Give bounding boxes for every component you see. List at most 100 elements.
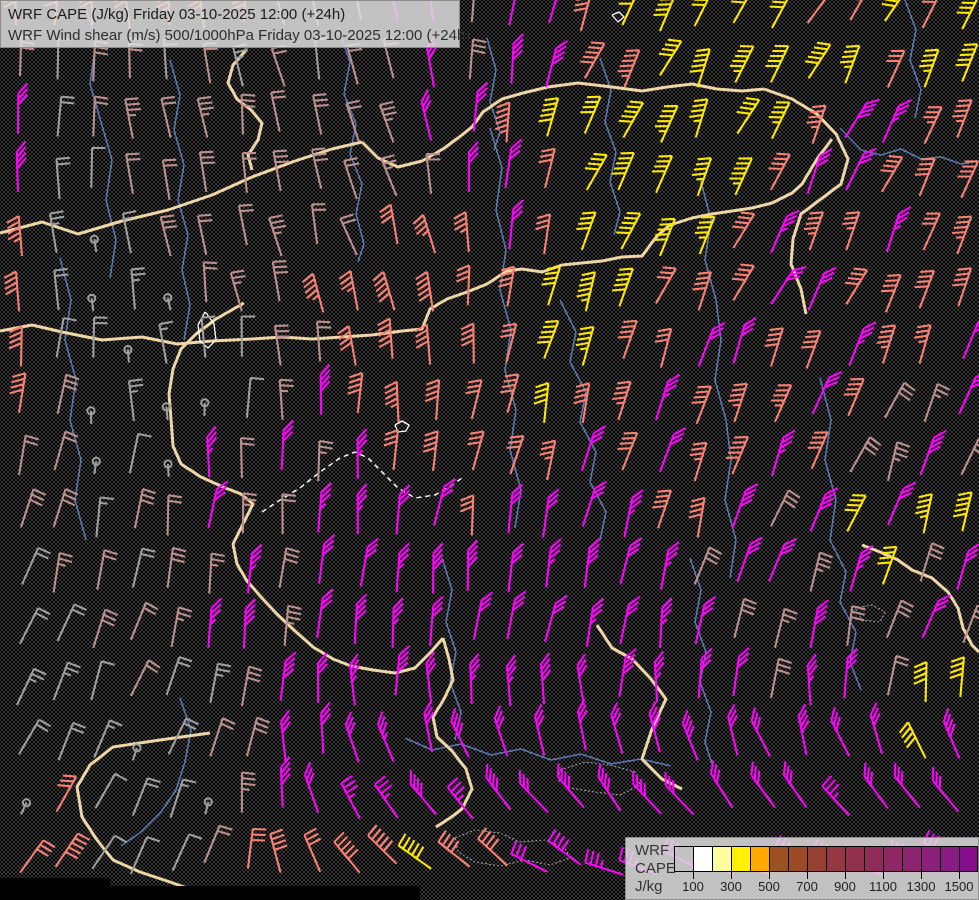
colorbar-tick-mark: [769, 872, 770, 879]
wind-barb: [461, 324, 474, 364]
legend-label-param: CAPE: [635, 860, 676, 877]
wind-barb: [340, 215, 356, 256]
wind-barb: [888, 483, 916, 526]
wind-barb: [438, 831, 469, 867]
wind-barb: [769, 102, 790, 138]
wind-barb: [242, 667, 262, 706]
wind-barb: [576, 327, 594, 366]
wind-barb: [273, 261, 288, 301]
wind-barb: [618, 433, 638, 470]
wind-barb: [661, 542, 679, 590]
wind-barb: [474, 592, 493, 639]
wind-barb: [618, 321, 637, 359]
border: [862, 545, 979, 652]
wind-barb: [612, 382, 631, 420]
border: [228, 49, 262, 170]
colorbar-cell: [921, 846, 940, 872]
wind-barb: [886, 51, 904, 88]
wind-barb: [17, 142, 26, 192]
wind-barb: [900, 722, 926, 758]
wind-barb: [963, 316, 979, 359]
colorbar-cell: [902, 846, 921, 872]
wind-barb: [655, 106, 678, 142]
wind-barb: [281, 711, 290, 762]
wind-barb: [281, 757, 290, 807]
wind-barb: [692, 386, 711, 423]
wind-barb: [507, 591, 525, 639]
wind-barb: [799, 704, 809, 755]
wind-barb: [581, 97, 601, 134]
cape-legend-panel: WRF CAPE J/kg 10030050070090011001300150…: [625, 837, 979, 900]
wind-barb: [923, 107, 941, 143]
wind-barb: [466, 380, 482, 419]
wind-barb: [378, 712, 394, 762]
wind-barb: [247, 718, 270, 757]
wind-barb: [950, 657, 964, 697]
colorbar-tick-mark: [883, 872, 884, 879]
wind-barb: [616, 213, 640, 249]
wind-barb: [923, 595, 951, 638]
wind-barb: [850, 437, 881, 472]
wind-barb: [208, 599, 221, 648]
wind-barb: [511, 34, 523, 84]
wind-barb: [775, 609, 797, 648]
wind-barb: [248, 829, 266, 869]
wind-barb: [963, 605, 979, 642]
wind-barb: [280, 380, 294, 420]
wind-barb: [652, 490, 671, 528]
wind-barb: [94, 239, 96, 252]
wind-barb: [805, 43, 830, 79]
wind-barb: [845, 495, 866, 531]
wind-barb: [765, 328, 783, 366]
legend-label-unit: J/kg: [635, 878, 663, 895]
wind-barb: [91, 661, 114, 700]
wind-barb: [384, 430, 398, 470]
wind-barb: [956, 44, 978, 81]
wind-barb: [241, 438, 255, 478]
colorbar-cell: [731, 846, 750, 872]
wind-barb: [209, 554, 225, 594]
wind-barb: [204, 43, 218, 83]
wind-barb: [578, 654, 587, 705]
wind-barb: [771, 490, 800, 526]
wind-barb: [695, 217, 715, 254]
legend-label-model: WRF: [635, 842, 669, 859]
wind-barb: [887, 207, 911, 252]
wind-barb: [54, 269, 68, 310]
wind-barb: [317, 589, 333, 637]
wind-barb: [95, 774, 127, 809]
wind-barb: [844, 379, 864, 416]
wind-barb: [338, 326, 356, 365]
wind-barb: [54, 553, 73, 593]
wind-barb: [433, 544, 443, 594]
colorbar-tick-mark: [921, 872, 922, 879]
wind-barb: [840, 46, 859, 84]
wind-barb: [921, 431, 946, 475]
wind-barb: [850, 546, 873, 592]
river: [405, 738, 671, 766]
wind-barb: [520, 770, 548, 812]
wind-barb: [535, 214, 550, 254]
wind-barb: [321, 703, 330, 754]
wind-barb: [346, 712, 359, 762]
wind-barb: [577, 272, 595, 311]
wind-barb: [478, 828, 507, 866]
wind-barb: [804, 212, 823, 250]
wind-barb: [772, 431, 795, 477]
wind-barb: [416, 272, 433, 312]
wind-barb: [952, 217, 971, 254]
wind-barb: [732, 265, 754, 301]
wind-barb: [885, 383, 915, 418]
wind-barb: [883, 100, 911, 142]
wind-barb: [318, 483, 331, 532]
wind-barb: [348, 373, 363, 413]
wind-barb: [952, 100, 971, 137]
wind-barb: [505, 140, 521, 188]
colorbar-tick-mark: [845, 872, 846, 879]
wind-barb: [734, 599, 756, 638]
wind-barb: [507, 655, 516, 706]
wind-barb: [368, 825, 397, 864]
wind-barb: [373, 272, 394, 311]
wind-barb: [811, 488, 838, 531]
wind-barb: [247, 378, 264, 418]
